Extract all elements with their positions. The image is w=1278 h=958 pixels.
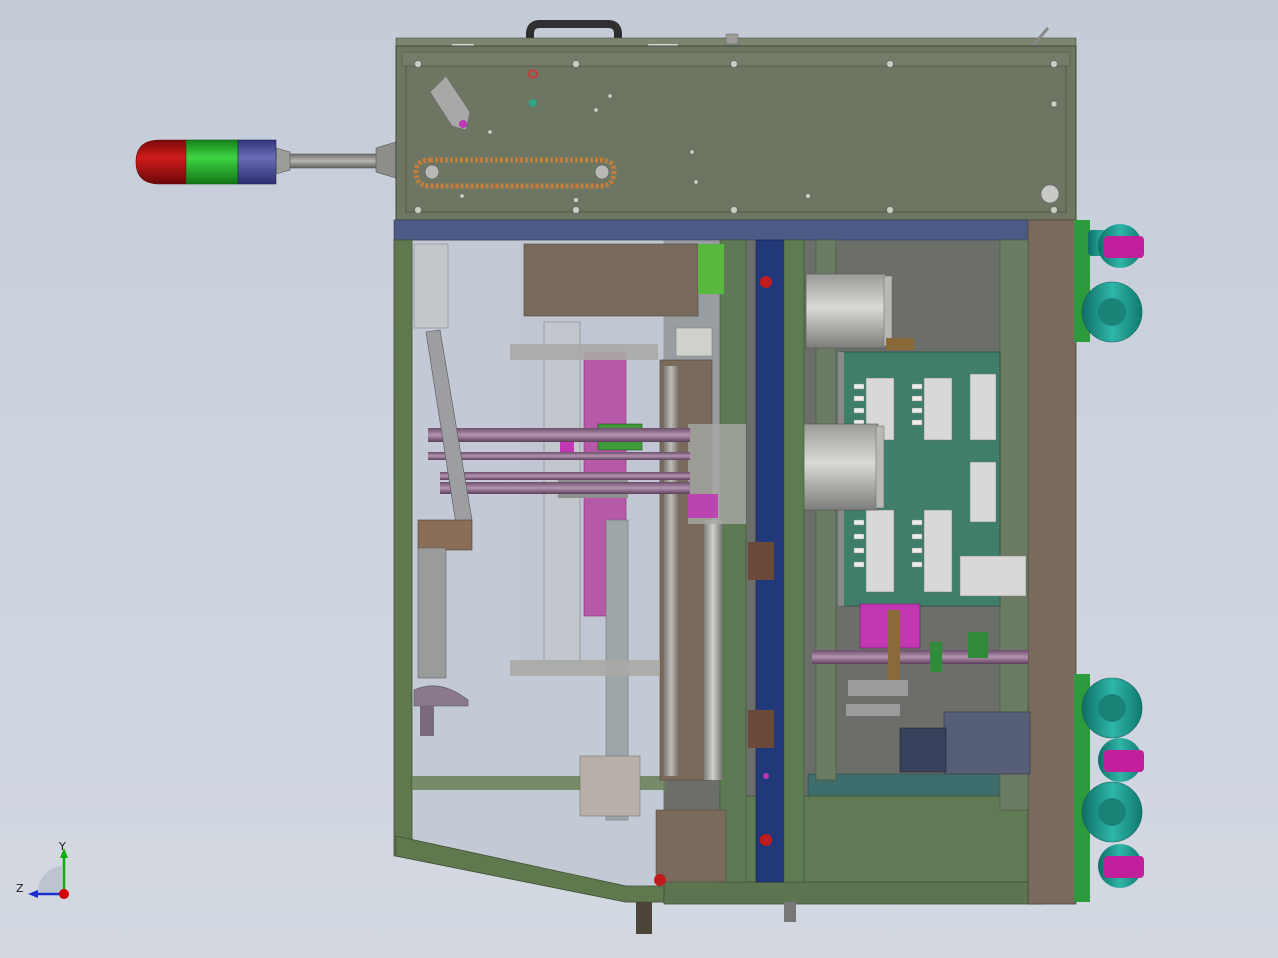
caster-6 [1098,844,1144,888]
cabinet-right-post [1027,219,1077,905]
vertical-bus [719,239,805,883]
stack-light-mount [375,141,397,179]
assembly-drawing: Y Z [16,20,1144,934]
housing-body [395,45,1077,221]
caster-3 [1081,677,1143,739]
top-housing [395,20,1077,221]
cabinet-top-rail [393,219,1035,241]
caster-5 [1081,781,1143,843]
stack-light [135,139,397,185]
caster-upper-group [1074,220,1144,343]
stack-light-red-segment [135,139,187,185]
axis-triad-icon: Y Z [16,840,69,899]
cad-viewport[interactable]: Y Z [0,0,1278,958]
motor-middle [799,423,885,511]
caster-1 [1088,224,1144,268]
stack-light-blue-segment [237,139,277,185]
stack-light-arm [285,153,379,169]
stack-light-green-segment [185,139,239,185]
cabinet-left-post [393,239,413,857]
caster-2 [1081,281,1143,343]
caster-lower-group [1074,674,1144,902]
stack-light-neck [275,147,291,175]
axis-y-label: Y [58,840,66,853]
caster-4 [1098,738,1144,782]
axis-z-label: Z [16,882,24,895]
